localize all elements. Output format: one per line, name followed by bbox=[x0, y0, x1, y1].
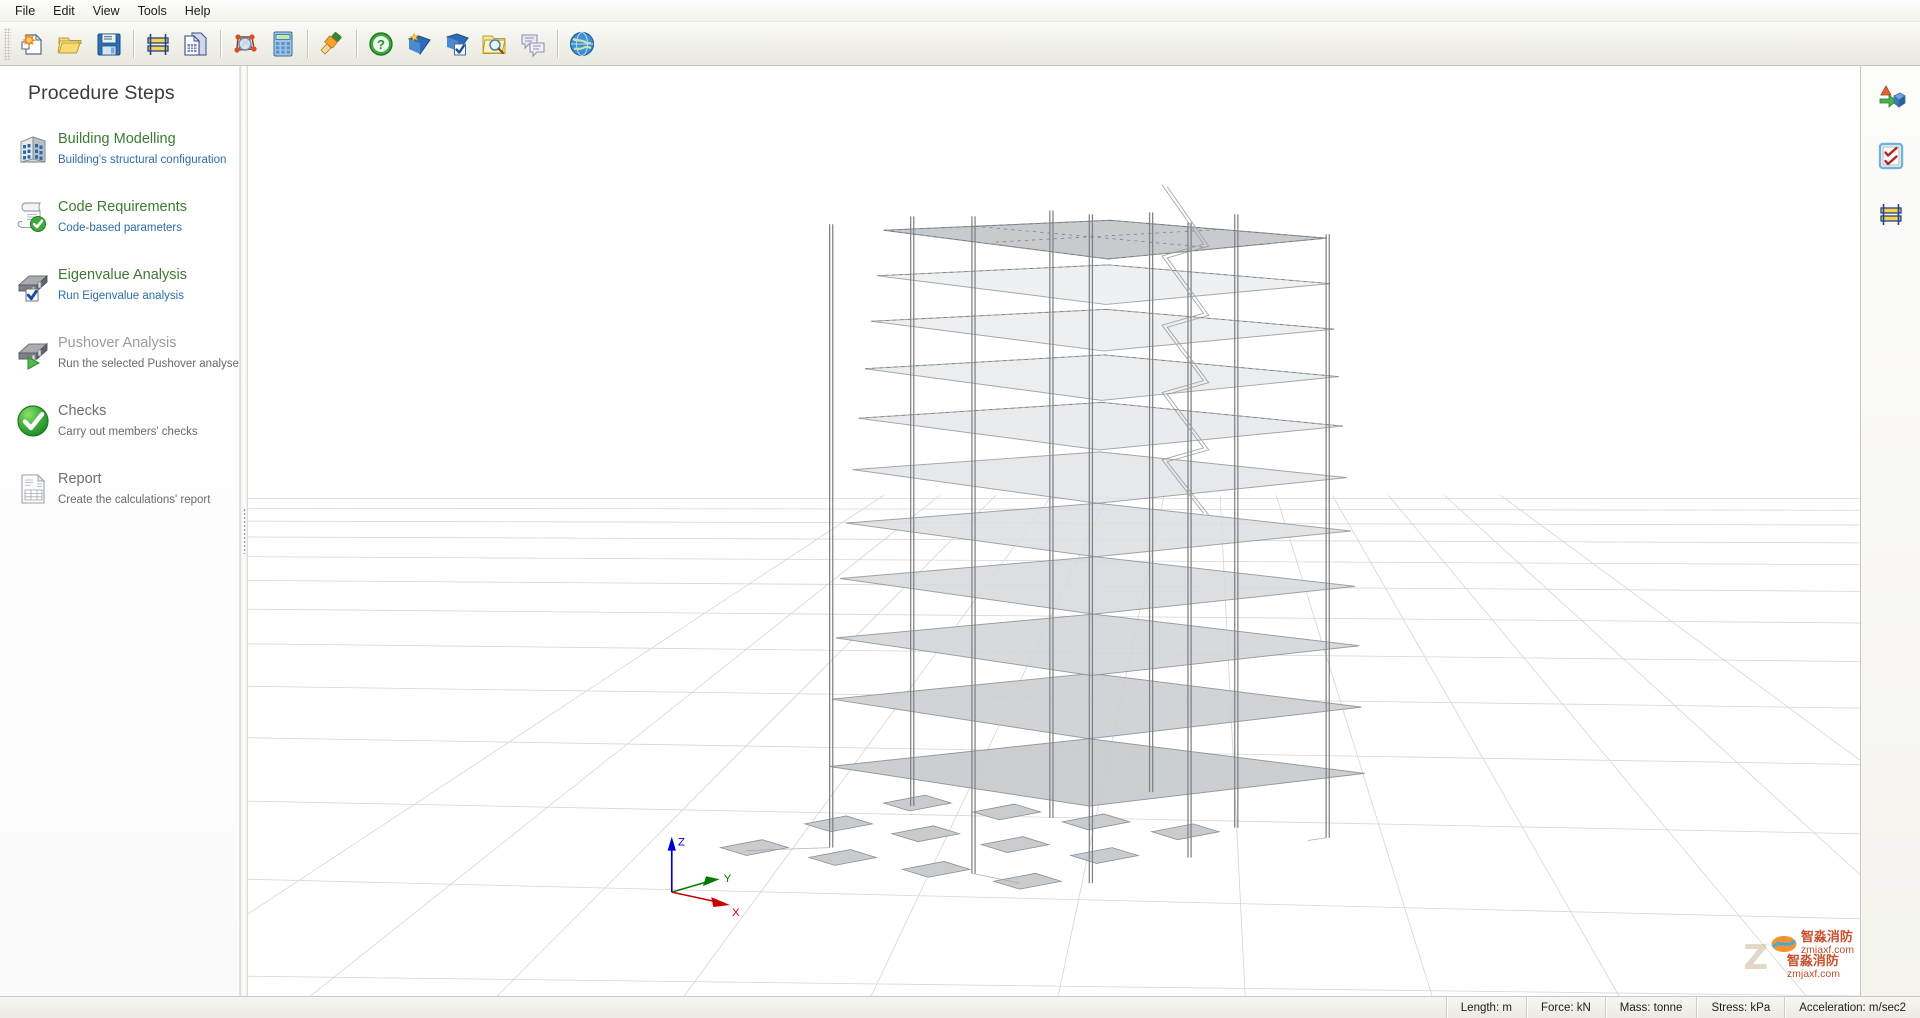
sidebar-item-label: Code Requirements bbox=[58, 197, 187, 217]
sidebar-item-label: Report bbox=[58, 469, 210, 489]
model-3d-canvas[interactable]: Z Y X bbox=[248, 66, 1860, 996]
sidebar-item-label: Building Modelling bbox=[58, 129, 226, 149]
toolbar-separator bbox=[220, 30, 221, 58]
menu-help[interactable]: Help bbox=[176, 1, 220, 21]
sidebar-item-code-requirements[interactable]: Code Requirements Code-based parameters bbox=[0, 195, 239, 241]
sidebar-item-sublabel: Run Eigenvalue analysis bbox=[58, 288, 187, 305]
axis-x-arrow bbox=[711, 897, 730, 907]
status-acceleration: Acceleration: m/sec2 bbox=[1784, 997, 1920, 1018]
foundation-pads bbox=[721, 795, 1220, 889]
sidebar-item-sublabel: Run the selected Pushover analyses bbox=[58, 356, 240, 373]
help-question-icon[interactable]: ? bbox=[362, 25, 400, 63]
menu-edit[interactable]: Edit bbox=[44, 1, 84, 21]
slab-play-icon bbox=[12, 331, 54, 375]
scroll-check-icon bbox=[12, 195, 54, 239]
status-length: Length: m bbox=[1446, 997, 1526, 1018]
globe-icon[interactable] bbox=[563, 25, 601, 63]
sidebar-item-label: Pushover Analysis bbox=[58, 333, 240, 353]
sidebar-item-checks[interactable]: Checks Carry out members' checks bbox=[0, 399, 239, 445]
sidebar-item-building-modelling[interactable]: Building Modelling Building's structural… bbox=[0, 127, 239, 173]
menu-bar: File Edit View Tools Help bbox=[0, 0, 1920, 22]
building-frame-model bbox=[721, 185, 1365, 889]
open-folder-icon[interactable] bbox=[52, 25, 90, 63]
slab-check-icon bbox=[12, 263, 54, 307]
main-toolbar: ? bbox=[0, 22, 1920, 66]
sidebar-item-label: Checks bbox=[58, 401, 198, 421]
menu-tools[interactable]: Tools bbox=[129, 1, 176, 21]
book-star-icon[interactable] bbox=[400, 25, 438, 63]
copy-pages-icon[interactable] bbox=[177, 25, 215, 63]
status-stress: Stress: kPa bbox=[1696, 997, 1784, 1018]
sidebar-item-text: Checks Carry out members' checks bbox=[54, 399, 198, 441]
sidebar-item-report[interactable]: Report Create the calculations' report bbox=[0, 467, 239, 513]
frame-grid-icon[interactable] bbox=[139, 25, 177, 63]
toolbar-drag-handle[interactable] bbox=[4, 28, 11, 60]
toolbar-separator bbox=[557, 30, 558, 58]
sidebar-item-label: Eigenvalue Analysis bbox=[58, 265, 187, 285]
sidebar-item-text: Building Modelling Building's structural… bbox=[54, 127, 226, 169]
sidebar-item-text: Eigenvalue Analysis Run Eigenvalue analy… bbox=[54, 263, 187, 305]
axis-y-arrow bbox=[703, 876, 720, 886]
workspace: Procedure Steps bbox=[0, 66, 1920, 996]
axis-y-label: Y bbox=[724, 873, 732, 885]
frame-grid-icon bbox=[1876, 199, 1906, 234]
sidebar-item-sublabel: Building's structural configuration bbox=[58, 152, 226, 169]
rail-button-checklist[interactable] bbox=[1871, 138, 1911, 178]
status-bar: Length: m Force: kN Mass: tonne Stress: … bbox=[0, 996, 1920, 1018]
axis-x-label: X bbox=[732, 907, 740, 919]
panel-title: Procedure Steps bbox=[0, 82, 239, 105]
sidebar-item-text: Code Requirements Code-based parameters bbox=[54, 195, 187, 237]
sidebar-item-eigenvalue-analysis[interactable]: Eigenvalue Analysis Run Eigenvalue analy… bbox=[0, 263, 239, 309]
toolbar-separator bbox=[356, 30, 357, 58]
molecule-zoom-icon[interactable] bbox=[226, 25, 264, 63]
paintbrush-icon[interactable] bbox=[313, 25, 351, 63]
sidebar-item-sublabel: Create the calculations' report bbox=[58, 492, 210, 509]
sidebar-item-text: Pushover Analysis Run the selected Pusho… bbox=[54, 331, 240, 373]
axis-z-label: Z bbox=[678, 837, 685, 849]
rail-button-frame[interactable] bbox=[1871, 196, 1911, 236]
save-disk-icon[interactable] bbox=[90, 25, 128, 63]
calculator-icon[interactable] bbox=[264, 25, 302, 63]
sidebar-item-sublabel: Carry out members' checks bbox=[58, 424, 198, 441]
panel-splitter[interactable] bbox=[240, 66, 248, 996]
new-project-icon[interactable] bbox=[14, 25, 52, 63]
sidebar-item-pushover-analysis[interactable]: Pushover Analysis Run the selected Pusho… bbox=[0, 331, 239, 377]
chat-bubbles-icon[interactable] bbox=[514, 25, 552, 63]
sidebar-item-sublabel: Code-based parameters bbox=[58, 220, 187, 237]
axis-z-arrow bbox=[668, 837, 676, 851]
building-icon bbox=[12, 127, 54, 171]
sidebar-item-text: Report Create the calculations' report bbox=[54, 467, 210, 509]
status-mass: Mass: tonne bbox=[1605, 997, 1697, 1018]
floor-slabs bbox=[830, 220, 1365, 806]
model-3d-viewport[interactable]: Z Y X Z bbox=[248, 66, 1860, 996]
toolbar-separator bbox=[307, 30, 308, 58]
view-tool-rail bbox=[1860, 66, 1920, 996]
menu-file[interactable]: File bbox=[6, 1, 44, 21]
rail-button-3d-view[interactable] bbox=[1871, 80, 1911, 120]
green-check-circle-icon bbox=[12, 399, 54, 443]
procedure-steps-panel: Procedure Steps bbox=[0, 66, 240, 996]
status-spacer bbox=[0, 997, 1446, 1018]
splitter-grip bbox=[243, 508, 246, 554]
application-window: File Edit View Tools Help bbox=[0, 0, 1920, 1018]
axes-cube-icon bbox=[1876, 83, 1906, 118]
status-force: Force: kN bbox=[1526, 997, 1605, 1018]
book-check-icon[interactable] bbox=[438, 25, 476, 63]
axis-x-line bbox=[672, 892, 718, 902]
checklist-icon bbox=[1876, 141, 1906, 176]
menu-view[interactable]: View bbox=[84, 1, 129, 21]
toolbar-separator bbox=[133, 30, 134, 58]
folder-search-icon[interactable] bbox=[476, 25, 514, 63]
svg-text:?: ? bbox=[377, 37, 385, 52]
report-document-icon bbox=[12, 467, 54, 511]
